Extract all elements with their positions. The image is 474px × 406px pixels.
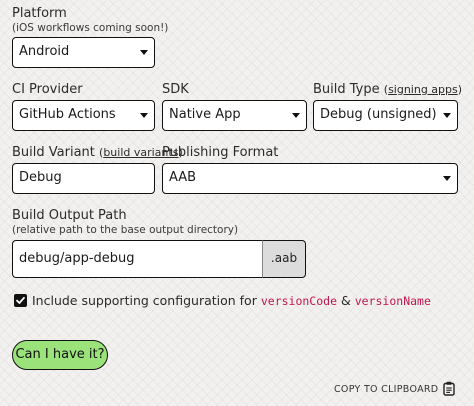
ci-provider-select[interactable]: GitHub Actions [12,100,155,131]
copy-to-clipboard-link[interactable]: COPY TO CLIPBOARD [334,384,438,395]
build-variant-label-text: Build Variant [12,145,95,160]
build-type-label-text: Build Type [313,82,380,97]
ampersand-text: & [341,293,351,308]
caret-down-icon [443,113,451,118]
build-output-label: Build Output Path [12,208,127,223]
ci-provider-label: CI Provider [12,82,83,97]
clipboard-icon[interactable] [443,381,455,396]
include-config-label: Include supporting configuration for ver… [32,293,431,309]
build-type-select-value: Debug (unsigned) [320,107,437,122]
caret-down-icon [292,113,300,118]
caret-down-icon [140,50,148,55]
platform-select[interactable]: Android [12,37,155,68]
caret-down-icon [140,113,148,118]
build-type-select[interactable]: Debug (unsigned) [313,100,458,131]
platform-select-value: Android [19,44,70,59]
sdk-select-value: Native App [169,107,241,122]
can-i-have-it-button[interactable]: Can I have it? [12,340,108,370]
build-variant-input[interactable]: Debug [12,163,155,194]
publishing-format-label: Publishing Format [162,145,279,160]
platform-label: Platform [12,6,67,21]
version-code-token: versionCode [260,294,338,308]
include-config-checkbox[interactable] [14,294,27,307]
version-name-token: versionName [354,294,431,308]
publishing-format-select[interactable]: AAB [162,163,458,194]
build-output-input[interactable]: debug/app-debug [12,240,264,278]
publishing-format-select-value: AAB [169,170,197,185]
build-type-help: (signing apps) [383,83,463,96]
include-config-text: Include supporting configuration for [32,293,257,308]
signing-apps-link[interactable]: signing apps [388,83,458,96]
build-output-sublabel: (relative path to the base output direct… [12,224,239,236]
build-variant-label: Build Variant (build variants) [12,145,183,161]
ci-provider-select-value: GitHub Actions [19,107,116,122]
build-type-label: Build Type (signing apps) [313,82,462,98]
build-output-suffix: .aab [262,240,306,278]
build-output-input-value: debug/app-debug [19,251,135,266]
check-icon [16,296,25,304]
platform-sublabel: (iOS workflows coming soon!) [12,22,169,34]
caret-down-icon [443,176,451,181]
sdk-select[interactable]: Native App [162,100,307,131]
sdk-label: SDK [162,82,189,97]
build-variant-input-value: Debug [19,170,62,185]
